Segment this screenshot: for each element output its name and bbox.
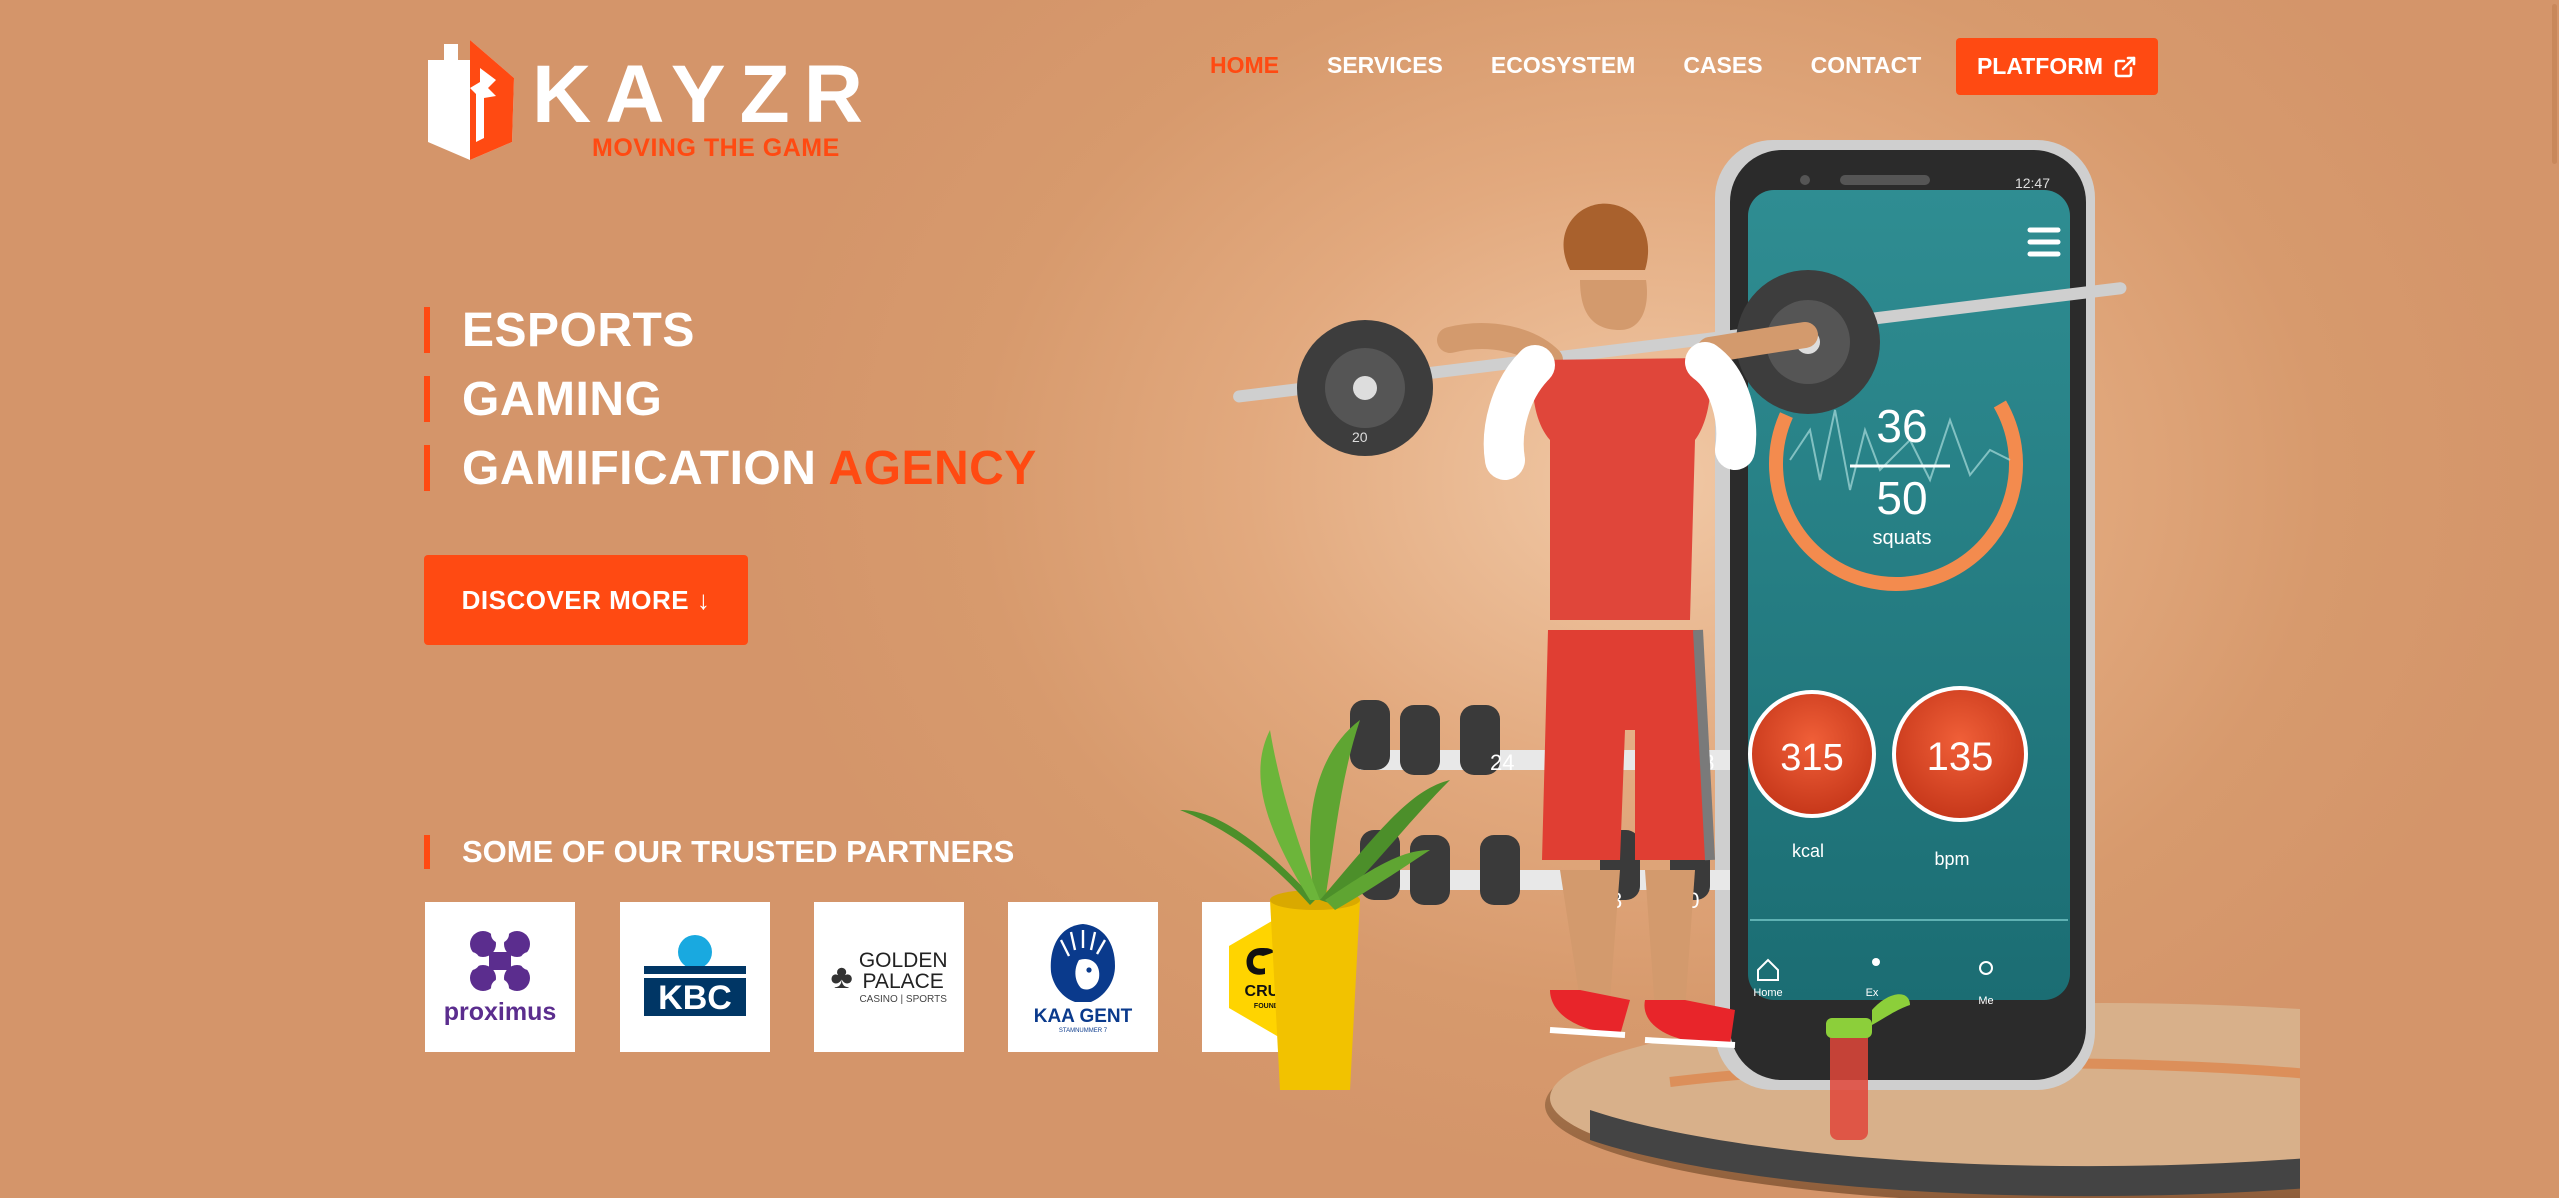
partner-logo-kbc[interactable]: KBC <box>620 902 770 1052</box>
hero-line-text: ESPORTS <box>462 304 695 357</box>
accent-bar <box>424 445 430 491</box>
partner-name-line2: PALACE <box>862 969 944 993</box>
discover-more-button[interactable]: DISCOVER MORE ↓ <box>424 555 748 645</box>
brand-logo[interactable]: KAYZR MOVING THE GAME <box>424 38 863 163</box>
partners-heading-text: SOME OF OUR TRUSTED PARTNERS <box>462 834 1015 869</box>
partner-subtitle: CASINO | SPORTS <box>859 993 947 1005</box>
hero-line-gaming: GAMING <box>424 365 1037 434</box>
main-nav: HOME SERVICES ECOSYSTEM CASES CONTACT <box>1210 36 1969 94</box>
nav-services[interactable]: SERVICES <box>1327 52 1443 79</box>
potted-plant <box>1180 720 1450 1090</box>
brand-tagline: MOVING THE GAME <box>592 134 840 162</box>
platform-button[interactable]: PLATFORM <box>1956 38 2158 95</box>
accent-bar <box>424 835 430 869</box>
brand-name: KAYZR <box>532 49 877 140</box>
hero-line-text: GAMING <box>462 373 663 426</box>
hero-line-text: GAMIFICATION AGENCY <box>462 441 1037 496</box>
accent-bar <box>424 376 430 422</box>
tab-home-label: Home <box>1753 987 1782 999</box>
proximus-mark-icon <box>465 927 535 994</box>
hero-line-esports: ESPORTS <box>424 296 1037 365</box>
scrollbar-thumb[interactable] <box>2552 4 2557 164</box>
kcal-label: kcal <box>1792 841 1824 861</box>
page-scrollbar[interactable] <box>2549 0 2559 1198</box>
partner-name: GOLDEN <box>858 948 948 972</box>
partner-name: KAA GENT <box>1033 1006 1133 1027</box>
nav-ecosystem[interactable]: ECOSYSTEM <box>1491 52 1635 79</box>
indian-head-icon <box>1050 924 1115 1002</box>
clover-icon: ♣ <box>830 957 853 996</box>
tab-ex-label: Ex <box>1866 987 1879 999</box>
plate-label: 20 <box>1352 429 1368 445</box>
tab-me-label: Me <box>1978 995 1993 1007</box>
partner-logo-golden-palace[interactable]: ♣ GOLDEN PALACE CASINO | SPORTS <box>814 902 964 1052</box>
nav-contact[interactable]: CONTACT <box>1811 52 1922 79</box>
rook-shield-icon <box>428 40 514 160</box>
external-link-icon <box>2114 56 2136 77</box>
partner-subtitle: STAMNUMMER 7 <box>1058 1028 1108 1034</box>
hero-line-accent: AGENCY <box>828 442 1037 495</box>
partner-logo-proximus[interactable]: proximus <box>425 902 575 1052</box>
partners-heading: SOME OF OUR TRUSTED PARTNERS <box>424 832 1014 872</box>
weight-label: 24 <box>1490 750 1514 775</box>
nav-cases[interactable]: CASES <box>1683 52 1762 79</box>
bpm-label: bpm <box>1934 849 1969 869</box>
hero-headline: ESPORTS GAMING GAMIFICATION AGENCY <box>424 296 1037 503</box>
bpm-value: 135 <box>1927 735 1994 779</box>
golden-palace-lockup: ♣ GOLDEN PALACE CASINO | SPORTS <box>831 950 948 1005</box>
hero-line-main: GAMIFICATION <box>462 442 829 495</box>
kbc-logo-icon: KBC <box>644 935 746 1017</box>
tab-exercise-icon <box>1872 958 1880 966</box>
squats-label: squats <box>1873 527 1932 549</box>
hero-line-gamification: GAMIFICATION AGENCY <box>424 434 1037 503</box>
golden-palace-text: GOLDEN PALACE CASINO | SPORTS <box>859 950 948 1005</box>
nav-home[interactable]: HOME <box>1210 52 1279 79</box>
fitness-app-illustration: 12:47 36 50 squats 315 kcal 135 bpm Home… <box>1180 140 2300 1198</box>
squats-done: 36 <box>1876 400 1927 452</box>
kcal-value: 315 <box>1780 737 1843 779</box>
partner-logo-kaa-gent[interactable]: KAA GENT STAMNUMMER 7 <box>1008 902 1158 1052</box>
kbc-wordmark: KBC <box>658 979 732 1017</box>
phone-clock: 12:47 <box>2015 175 2050 191</box>
partner-name: proximus <box>443 997 557 1026</box>
squats-total: 50 <box>1876 472 1927 524</box>
platform-label: PLATFORM <box>1976 53 2104 79</box>
accent-bar <box>424 307 430 353</box>
